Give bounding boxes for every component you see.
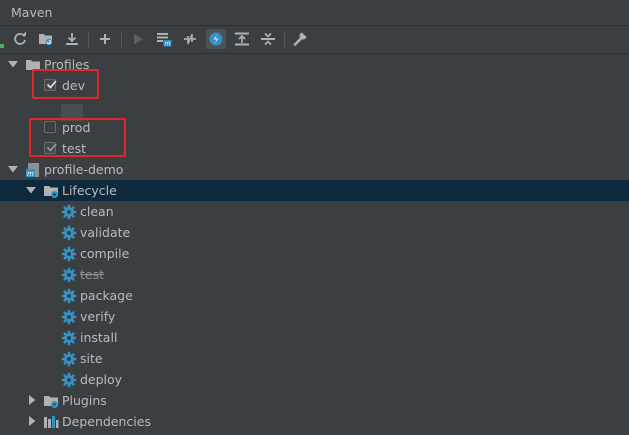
expand-arrow-icon[interactable] <box>8 59 18 69</box>
gear-icon <box>61 288 77 304</box>
lifecycle-goal-clean[interactable]: clean <box>0 201 629 222</box>
collapse-arrow-icon[interactable] <box>27 416 37 426</box>
gear-icon <box>61 204 77 220</box>
tree-node-label: Plugins <box>62 393 107 408</box>
lifecycle-goal-site[interactable]: site <box>0 348 629 369</box>
highlight-box-dev <box>32 69 99 99</box>
tool-window-header: Maven <box>0 0 629 26</box>
toolbar-separator <box>121 31 122 48</box>
lifecycle-goal-validate[interactable]: validate <box>0 222 629 243</box>
goal-label: validate <box>80 225 131 240</box>
expand-arrow-icon[interactable] <box>26 185 36 195</box>
gear-icon <box>61 267 77 283</box>
goal-label: clean <box>80 204 114 219</box>
lifecycle-goal-deploy[interactable]: deploy <box>0 369 629 390</box>
svg-text:m: m <box>164 41 170 48</box>
collapse-all-icon[interactable] <box>258 29 278 49</box>
lifecycle-goal-package[interactable]: package <box>0 285 629 306</box>
dependencies-icon <box>44 416 59 428</box>
gear-icon <box>61 309 77 325</box>
expand-arrow-icon[interactable] <box>8 164 18 174</box>
svg-text:m: m <box>27 170 34 178</box>
goal-label: verify <box>80 309 116 324</box>
gear-icon <box>61 351 77 367</box>
tree-node-label: Lifecycle <box>62 183 117 198</box>
run-icon[interactable] <box>128 29 148 49</box>
goal-label-skipped: test <box>80 267 105 282</box>
generate-sources-icon[interactable] <box>36 29 56 49</box>
lifecycle-goal-test[interactable]: test <box>0 264 629 285</box>
toggle-offline-icon[interactable] <box>180 29 200 49</box>
lifecycle-folder-icon <box>44 186 58 198</box>
skip-tests-icon[interactable] <box>206 29 226 49</box>
tree-node-dependencies[interactable]: Dependencies <box>0 411 629 432</box>
gear-icon <box>61 246 77 262</box>
download-icon[interactable] <box>62 29 82 49</box>
goal-label: package <box>80 288 133 303</box>
toolbar-separator <box>88 31 89 48</box>
gear-icon <box>61 225 77 241</box>
goal-label: deploy <box>80 372 123 387</box>
tree-node-label: Dependencies <box>62 414 151 429</box>
collapse-arrow-icon[interactable] <box>27 395 37 405</box>
goal-label: site <box>80 351 103 366</box>
maven-toolbar: m <box>0 26 629 54</box>
tree-node-label: profile-demo <box>44 162 124 177</box>
lifecycle-goal-compile[interactable]: compile <box>0 243 629 264</box>
gear-icon <box>61 330 77 346</box>
tree-node-project[interactable]: m profile-demo <box>0 159 629 180</box>
tool-window-title: Maven <box>11 5 53 20</box>
lifecycle-goal-install[interactable]: install <box>0 327 629 348</box>
maven-project-icon: m <box>26 163 39 178</box>
goal-label: install <box>80 330 118 345</box>
gear-icon <box>61 372 77 388</box>
maven-projects-tree: Profiles dev prod test m profile-demo Li… <box>0 54 629 435</box>
reimport-icon[interactable] <box>10 29 30 49</box>
add-icon[interactable] <box>95 29 115 49</box>
tree-node-plugins[interactable]: Plugins <box>0 390 629 411</box>
lifecycle-goal-verify[interactable]: verify <box>0 306 629 327</box>
settings-wrench-icon[interactable] <box>290 29 310 49</box>
tree-node-lifecycle[interactable]: Lifecycle <box>0 180 629 201</box>
execute-goal-icon[interactable]: m <box>154 29 174 49</box>
show-dependencies-icon[interactable] <box>232 29 252 49</box>
goal-label: compile <box>80 246 130 261</box>
plugins-folder-icon <box>44 396 58 408</box>
toolbar-separator <box>284 31 285 48</box>
highlight-box-prod-test <box>29 118 126 157</box>
